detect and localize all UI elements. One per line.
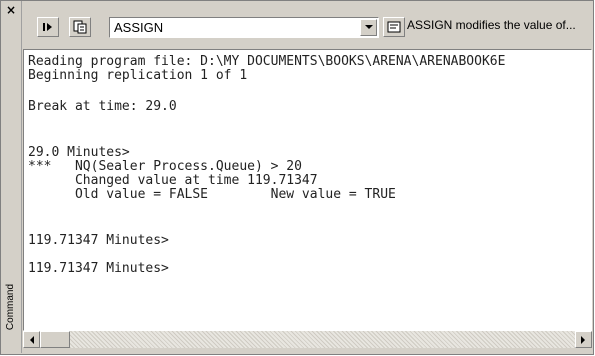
module-view-icon [73,20,87,34]
console-line: Old value = FALSE New value = TRUE [28,187,396,202]
step-run-button[interactable] [37,17,59,37]
arrow-left-icon [30,335,34,344]
console-line: 29.0 Minutes> [28,145,130,160]
scroll-left-button[interactable] [23,331,40,348]
console-line: Changed value at time 119.71347 [28,173,318,188]
scrollbar-thumb[interactable] [40,331,70,348]
console-line: 119.71347 Minutes> [28,233,169,248]
command-hint: ASSIGN modifies the value of... [407,18,576,32]
console-line: Reading program file: D:\MY DOCUMENTS\BO… [28,54,506,69]
close-icon[interactable]: × [5,4,17,16]
side-panel: × Command [1,1,22,353]
command-value: ASSIGN [114,20,164,35]
console-line: 119.71347 Minutes> [28,261,169,276]
module-view-button[interactable] [69,17,91,37]
command-combo[interactable]: ASSIGN [109,17,379,38]
options-button[interactable] [383,17,405,37]
arrow-right-icon [581,335,585,344]
console-line: Beginning replication 1 of 1 [28,68,248,83]
chevron-down-icon[interactable] [360,19,377,36]
horizontal-scrollbar[interactable] [23,331,592,348]
scroll-right-button[interactable] [575,331,592,348]
console-output[interactable]: Reading program file: D:\MY DOCUMENTS\BO… [23,49,592,331]
dialog-icon [387,21,401,33]
console-line: *** NQ(Sealer Process.Queue) > 20 [28,159,302,174]
toolbar: ASSIGN ASSIGN modifies the value of... [22,1,592,45]
scrollbar-track[interactable] [40,331,575,348]
step-run-icon [43,23,52,31]
console-line: Break at time: 29.0 [28,99,177,114]
side-panel-label: Command [5,283,16,331]
